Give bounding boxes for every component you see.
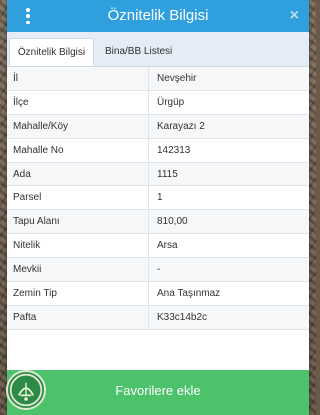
row-label: İlçe (7, 90, 149, 114)
attribute-dialog: Öznitelik Bilgisi × Öznitelik Bilgisi Bi… (7, 0, 309, 415)
row-label: Ada (7, 162, 149, 186)
row-value: Ana Taşınmaz (157, 288, 221, 300)
table-row: İlçe Ürgüp (7, 90, 309, 115)
row-value: Ürgüp (157, 96, 185, 108)
attribute-table: İl Nevşehir İlçe Ürgüp Mahalle/Köy Karay… (7, 67, 309, 330)
table-row: Ada 1115 (7, 162, 309, 187)
row-value: Nevşehir (157, 73, 197, 84)
table-row: Mahalle No 142313 (7, 138, 309, 163)
row-label: Mahalle/Köy (7, 114, 149, 138)
row-value: Arsa (157, 240, 178, 252)
tab-bar: Öznitelik Bilgisi Bina/BB Listesi (7, 32, 309, 67)
row-label: Parsel (7, 186, 149, 210)
row-value: - (157, 264, 161, 276)
row-value: 1115 (157, 168, 178, 180)
table-row: Mahalle/Köy Karayazı 2 (7, 114, 309, 139)
close-icon[interactable]: × (290, 0, 299, 32)
row-value: Karayazı 2 (157, 120, 205, 132)
table-row: İl Nevşehir (7, 67, 309, 91)
row-value: 1 (157, 192, 163, 204)
row-label: Pafta (7, 305, 149, 329)
table-row: Mevkii - (7, 258, 309, 283)
table-row: Zemin Tip Ana Taşınmaz (7, 282, 309, 306)
table-row: Pafta K33c14b2c (7, 305, 309, 330)
tab-attribute-info[interactable]: Öznitelik Bilgisi (9, 38, 94, 66)
tkgm-logo-icon (6, 370, 46, 410)
row-label: Mahalle No (7, 138, 149, 162)
tab-building-list[interactable]: Bina/BB Listesi (99, 38, 178, 66)
table-row: Nitelik Arsa (7, 234, 309, 259)
row-label: Mevkii (7, 258, 149, 282)
row-label: İl (7, 67, 149, 90)
row-value: 142313 (157, 144, 191, 156)
row-value: K33c14b2c (157, 311, 208, 323)
table-row: Tapu Alanı 810,00 (7, 210, 309, 235)
row-label: Zemin Tip (7, 282, 149, 305)
add-to-favorites-button[interactable]: Favorilere ekle (7, 370, 309, 415)
row-value: 810,00 (157, 216, 188, 228)
dialog-title: Öznitelik Bilgisi (107, 7, 209, 24)
row-label: Tapu Alanı (7, 210, 149, 234)
table-row: Parsel 1 (7, 186, 309, 211)
dialog-header: Öznitelik Bilgisi × (7, 0, 309, 32)
row-label: Nitelik (7, 234, 149, 258)
